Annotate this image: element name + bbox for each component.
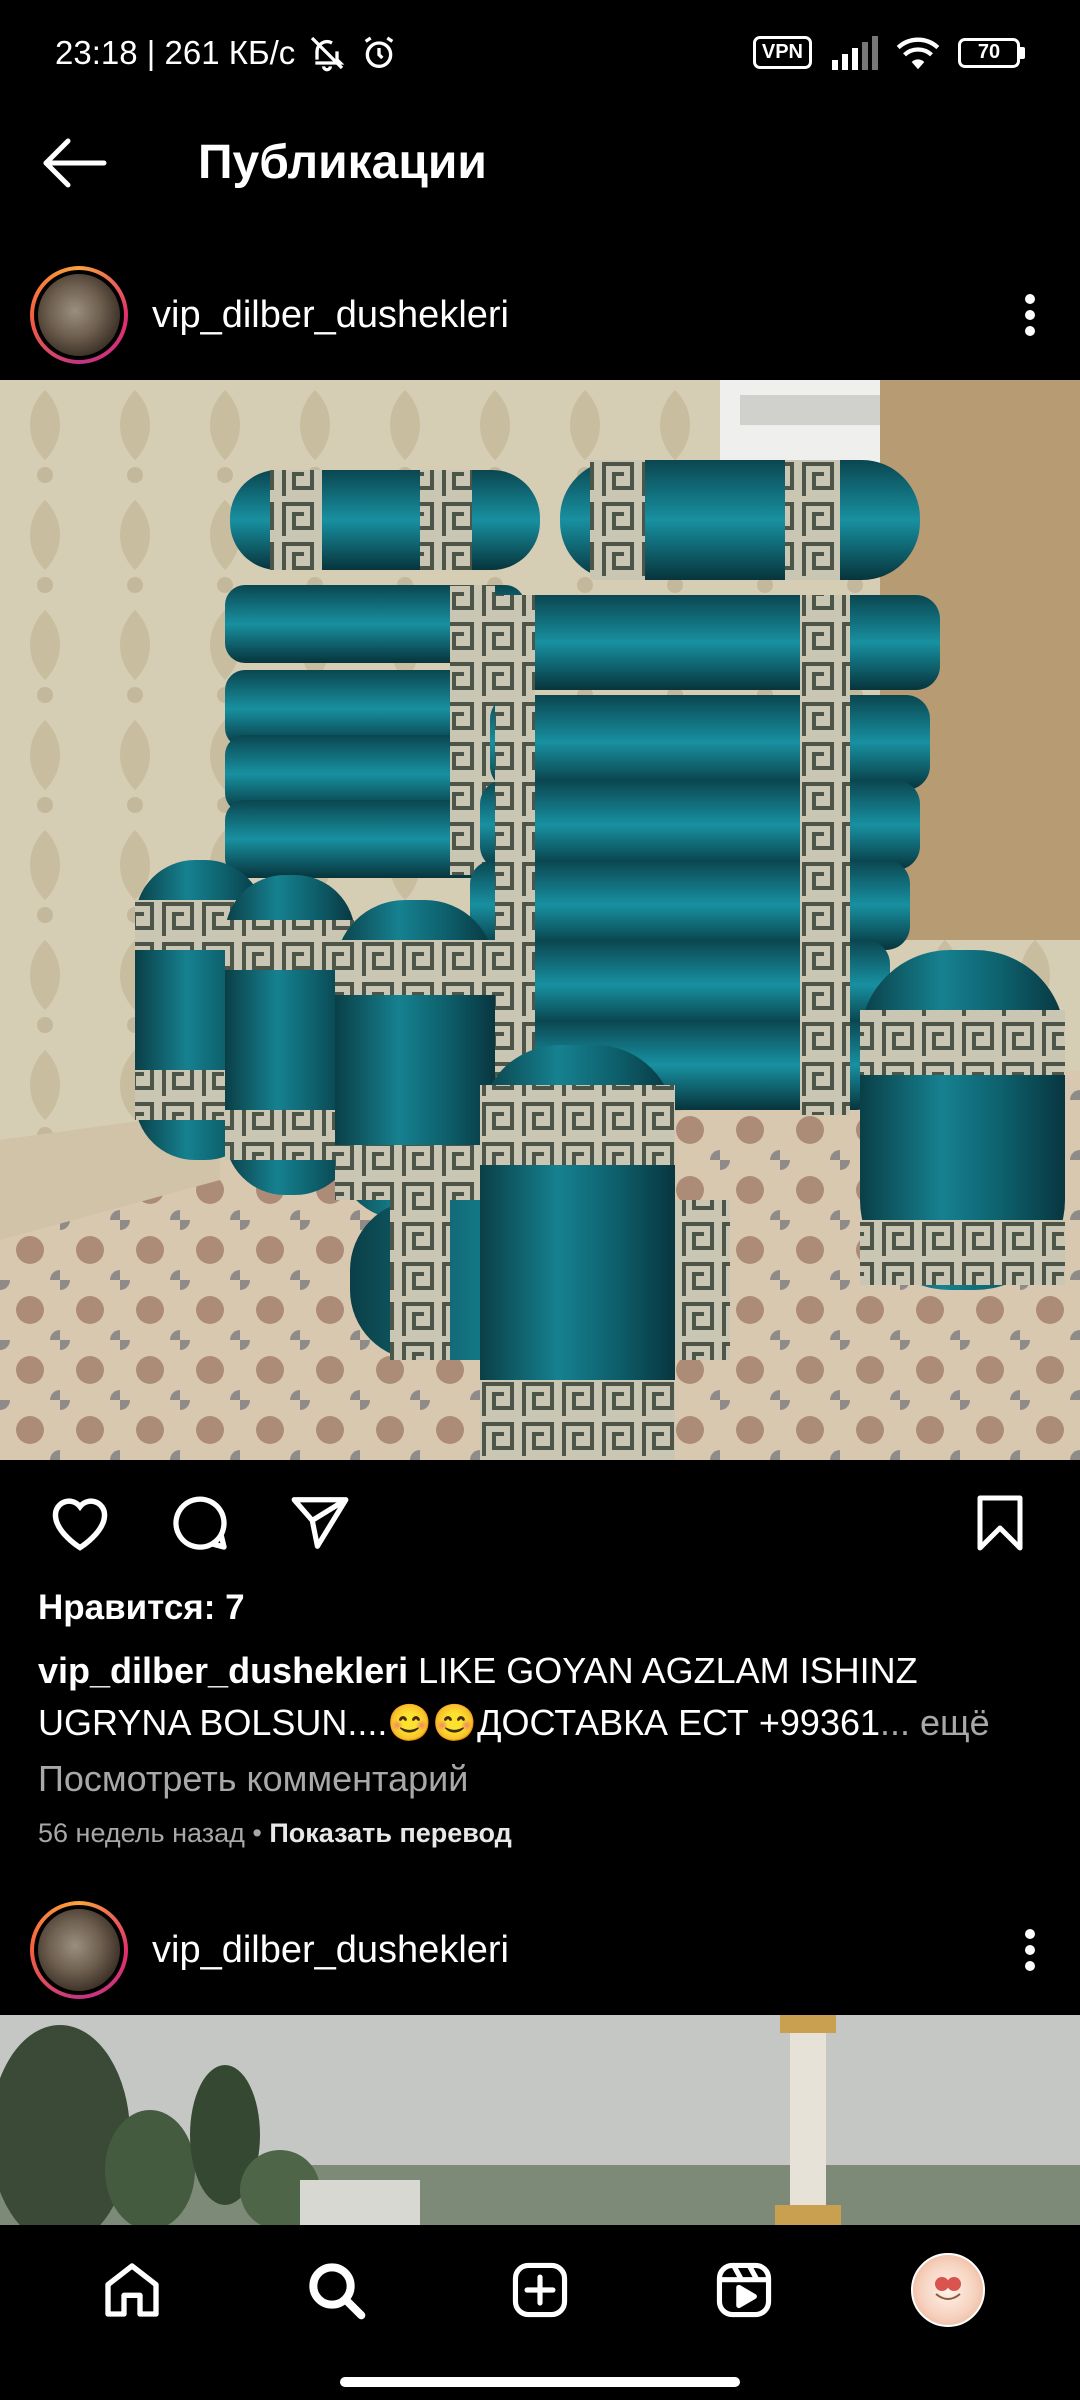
nav-search[interactable] [286, 2240, 386, 2340]
avatar[interactable] [30, 266, 128, 364]
more-vertical-icon [1025, 294, 1035, 336]
post-time-ago: 56 недель назад [38, 1818, 245, 1848]
post-username[interactable]: vip_dilber_dushekleri [152, 294, 509, 337]
heart-icon [52, 1498, 108, 1551]
back-button[interactable] [0, 105, 150, 220]
app-header: Публикации [0, 105, 1080, 220]
nav-home[interactable] [82, 2240, 182, 2340]
post-meta: 56 недель назад • Показать перевод [38, 1818, 512, 1849]
page-title: Публикации [198, 136, 487, 189]
post-actions [0, 1460, 1080, 1585]
avatar-image [34, 270, 124, 360]
more-options-button[interactable] [980, 265, 1080, 365]
wifi-icon [896, 37, 940, 69]
nav-row [0, 2225, 1080, 2355]
nav-profile[interactable] [898, 2240, 998, 2340]
bookmark-icon [977, 1495, 1023, 1550]
caption-username[interactable]: vip_dilber_dushekleri [38, 1650, 408, 1691]
comment-bubble-icon [173, 1495, 227, 1550]
share-button[interactable] [275, 1478, 365, 1568]
signal-icon [832, 35, 878, 70]
alarm-icon [365, 36, 394, 68]
status-right: VPN 70 [752, 35, 1025, 71]
post-username[interactable]: vip_dilber_dushekleri [152, 1929, 509, 1972]
teal-velvet-cushions-photo [0, 380, 1080, 1460]
status-time: 23:18 | 261 КБ/с [55, 33, 296, 71]
arrow-left-icon [43, 138, 107, 187]
status-bar: 23:18 | 261 КБ/с VPN 70 [0, 0, 1080, 105]
battery-icon: 70 [958, 37, 1025, 68]
post-header: vip_dilber_dushekleri [0, 250, 1080, 380]
reels-icon [716, 2262, 772, 2318]
view-comments-link[interactable]: Посмотреть комментарий [38, 1758, 468, 1800]
paper-plane-icon [291, 1496, 349, 1549]
park-with-column-photo [0, 2015, 1080, 2225]
battery-tip [1020, 46, 1025, 59]
more-vertical-icon [1025, 1929, 1035, 1971]
comment-button[interactable] [155, 1478, 245, 1568]
mute-bell-icon [311, 36, 345, 71]
like-button[interactable] [35, 1478, 125, 1568]
post-caption[interactable]: vip_dilber_dushekleri LIKE GOYAN AGZLAM … [38, 1645, 1048, 1749]
more-options-button[interactable] [980, 1900, 1080, 2000]
nav-reels[interactable] [694, 2240, 794, 2340]
nav-create[interactable] [490, 2240, 590, 2340]
create-post-icon [512, 2262, 568, 2318]
vpn-badge: VPN [752, 36, 812, 69]
home-icon [105, 2263, 159, 2317]
post-header: vip_dilber_dushekleri [0, 1885, 1080, 2015]
home-indicator[interactable] [340, 2377, 740, 2387]
save-button[interactable] [955, 1478, 1045, 1568]
battery-level: 70 [958, 37, 1020, 68]
post-image[interactable] [0, 2015, 1080, 2225]
caption-more-link[interactable]: ... ещё [880, 1702, 990, 1743]
likes-count[interactable]: Нравится: 7 [38, 1588, 245, 1628]
status-left: 23:18 | 261 КБ/с [55, 33, 399, 73]
translate-link[interactable]: Показать перевод [269, 1818, 512, 1848]
avatar-image [34, 1905, 124, 1995]
search-icon [309, 2263, 366, 2320]
post-image[interactable] [0, 380, 1080, 1460]
meta-separator: • [244, 1818, 270, 1848]
bottom-navigation [0, 2225, 1080, 2400]
profile-avatar [911, 2253, 985, 2327]
avatar[interactable] [30, 1901, 128, 1999]
profile-logo-icon [935, 2277, 961, 2300]
